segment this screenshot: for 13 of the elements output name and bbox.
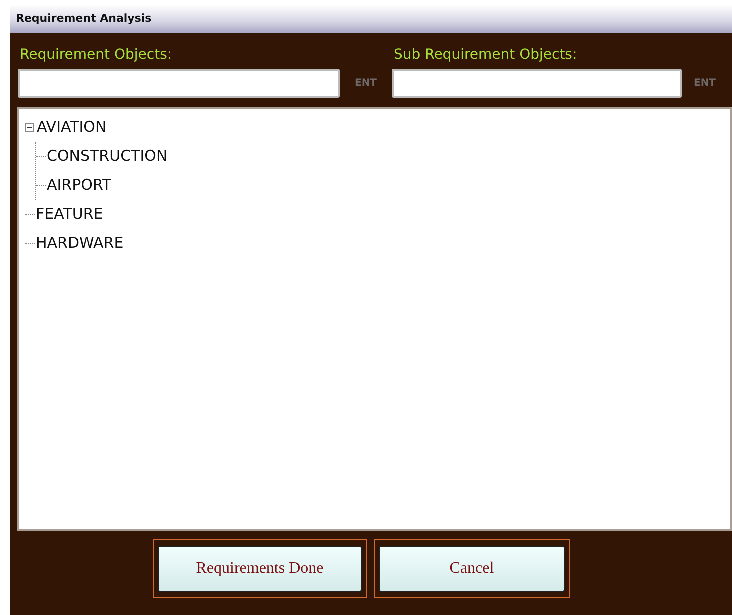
collapse-toggle-icon[interactable] — [25, 123, 34, 132]
field-label: Sub Requirement Objects: — [393, 46, 578, 65]
tree-item[interactable]: AVIATION — [37, 116, 107, 139]
tree-item[interactable]: AIRPORT — [47, 174, 112, 197]
window-title: Requirement Analysis — [16, 10, 152, 27]
text-field[interactable] — [392, 69, 682, 98]
tree-item[interactable]: HARDWARE — [36, 232, 124, 255]
dialog-button[interactable]: Requirements Done — [158, 546, 362, 592]
field-label: Requirement Objects: — [19, 46, 174, 65]
tree-item[interactable]: FEATURE — [36, 203, 104, 226]
tree-item[interactable]: CONSTRUCTION — [47, 145, 168, 168]
text-field[interactable] — [18, 69, 340, 98]
dialog-button[interactable]: Cancel — [379, 546, 565, 592]
